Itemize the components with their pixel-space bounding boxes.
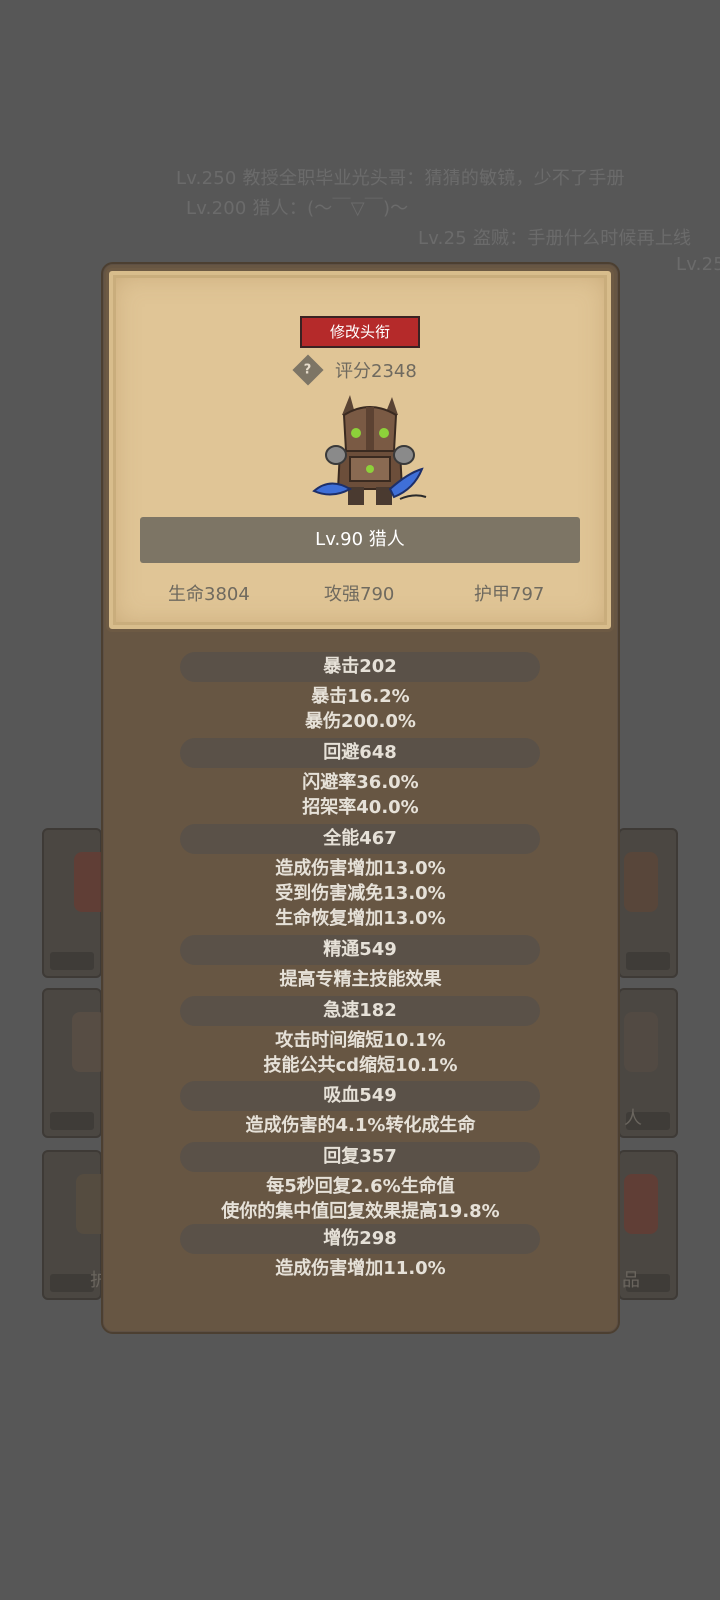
- change-title-button[interactable]: 修改头衔: [300, 316, 420, 348]
- attr-header-crit: 暴击202: [180, 652, 540, 682]
- attr-header-dodge: 回避648: [180, 738, 540, 768]
- equipment-slot-right-3: 品: [618, 1150, 678, 1300]
- stat-attack: 攻强790: [324, 584, 395, 605]
- chat-line: Lv.25: [676, 254, 720, 275]
- chat-feed: Lv.250 教授全职毕业光头哥：猜猜的敏镜，少不了手册 Lv.200 猎人：(…: [0, 0, 720, 280]
- equipment-slot-right-2: 人: [618, 988, 678, 1138]
- attr-line: 使你的集中值回复效果提高19.8%: [221, 1201, 500, 1222]
- attr-line: 每5秒回复2.6%生命值: [266, 1176, 455, 1197]
- slot-label: 人: [624, 1108, 642, 1129]
- question-diamond-icon[interactable]: ?: [292, 354, 324, 386]
- equipment-slot-left-2: [42, 988, 106, 1138]
- attr-header-lifesteal: 吸血549: [180, 1081, 540, 1111]
- stat-armor: 护甲797: [474, 584, 545, 605]
- attr-line: 暴伤200.0%: [305, 711, 416, 732]
- equipment-slot-left-1: [42, 828, 108, 978]
- attr-header-versatility: 全能467: [180, 824, 540, 854]
- attr-line: 受到伤害减免13.0%: [275, 883, 446, 904]
- stat-hp: 生命3804: [168, 584, 250, 605]
- chat-line: Lv.200 猎人：(～￣▽￣)～: [186, 198, 409, 219]
- slot-label: 品: [622, 1270, 640, 1291]
- equipment-slot-right-1: [618, 828, 678, 978]
- attr-line: 造成伤害增加11.0%: [275, 1258, 446, 1279]
- score-value: 评分2348: [335, 361, 417, 382]
- equipment-slot-left-3: 护: [42, 1150, 110, 1300]
- attr-header-regen: 回复357: [180, 1142, 540, 1172]
- attr-line: 提高专精主技能效果: [279, 969, 442, 990]
- chat-line: Lv.25 盗贼：手册什么时候再上线: [418, 228, 692, 249]
- attr-header-damage-bonus: 增伤298: [180, 1224, 540, 1254]
- attr-line: 造成伤害的4.1%转化成生命: [245, 1115, 476, 1136]
- hunter-avatar: [312, 395, 427, 505]
- chat-line: Lv.250 教授全职毕业光头哥：猜猜的敏镜，少不了手册: [176, 168, 625, 189]
- score-row: ? 评分2348: [292, 354, 417, 386]
- attr-line: 暴击16.2%: [311, 686, 410, 707]
- attr-header-haste: 急速182: [180, 996, 540, 1026]
- attr-line: 造成伤害增加13.0%: [275, 858, 446, 879]
- character-name-bar: Lv.90 猎人: [140, 517, 580, 563]
- attr-line: 技能公共cd缩短10.1%: [263, 1055, 458, 1076]
- attr-line: 生命恢复增加13.0%: [275, 908, 446, 929]
- attr-line: 招架率40.0%: [302, 797, 419, 818]
- attr-line: 攻击时间缩短10.1%: [275, 1030, 446, 1051]
- attr-line: 闪避率36.0%: [302, 772, 419, 793]
- attr-header-mastery: 精通549: [180, 935, 540, 965]
